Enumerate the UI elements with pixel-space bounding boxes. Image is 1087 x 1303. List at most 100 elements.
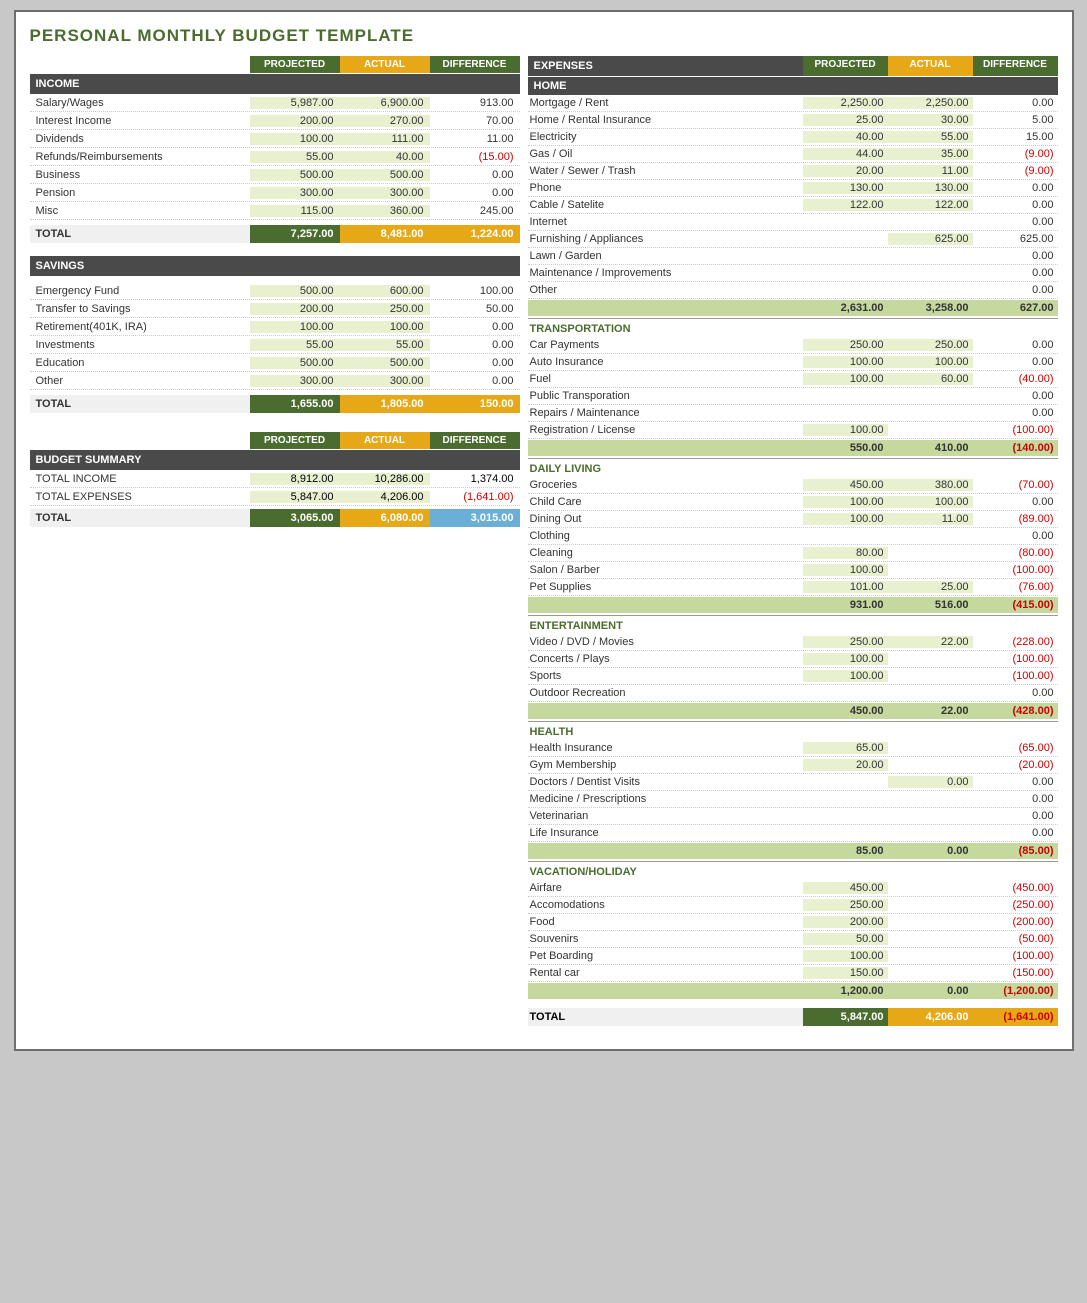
row-label: Cleaning <box>528 547 803 559</box>
entertainment-section-header: ENTERTAINMENT <box>528 615 1058 634</box>
row-projected: 5,987.00 <box>250 97 340 109</box>
transportation-subtotal-actual: 410.00 <box>888 442 973 454</box>
table-row: Food200.00(200.00) <box>528 914 1058 931</box>
summary-total-projected: 3,065.00 <box>250 509 340 527</box>
summary-section: PROJECTED ACTUAL DIFFERENCE BUDGET SUMMA… <box>30 432 520 530</box>
row-label: Dividends <box>30 133 250 145</box>
row-label: Souvenirs <box>528 933 803 945</box>
row-difference: 5.00 <box>973 114 1058 126</box>
row-projected: 200.00 <box>250 303 340 315</box>
row-actual: 2,250.00 <box>888 97 973 109</box>
row-actual: 100.00 <box>888 496 973 508</box>
table-row: Pension300.00300.000.00 <box>30 184 520 202</box>
row-projected: 100.00 <box>250 321 340 333</box>
table-row: Cable / Satelite122.00122.000.00 <box>528 197 1058 214</box>
row-label: Pet Boarding <box>528 950 803 962</box>
row-actual: 300.00 <box>340 187 430 199</box>
vacation-subtotal-difference: (1,200.00) <box>973 985 1058 997</box>
vacation-rows: Airfare450.00(450.00)Accomodations250.00… <box>528 880 1058 982</box>
row-difference: (89.00) <box>973 513 1058 525</box>
row-difference: 625.00 <box>973 233 1058 245</box>
row-label: Gas / Oil <box>528 148 803 160</box>
row-label: Interest Income <box>30 115 250 127</box>
table-row: Accomodations250.00(250.00) <box>528 897 1058 914</box>
row-actual: 25.00 <box>888 581 973 593</box>
entertainment-subtotal-projected: 450.00 <box>803 705 888 717</box>
health-section: HEALTH Health Insurance65.00(65.00)Gym M… <box>528 721 1058 859</box>
table-row: Sports100.00(100.00) <box>528 668 1058 685</box>
row-difference: (100.00) <box>973 424 1058 436</box>
row-label: Medicine / Prescriptions <box>528 793 803 805</box>
table-row: Pet Supplies101.0025.00(76.00) <box>528 579 1058 596</box>
row-actual: 10,286.00 <box>340 473 430 485</box>
row-difference: 0.00 <box>430 375 520 387</box>
right-column: EXPENSES PROJECTED ACTUAL DIFFERENCE HOM… <box>528 56 1058 1029</box>
income-rows: Salary/Wages5,987.006,900.00913.00Intere… <box>30 94 520 220</box>
grand-total-row: TOTAL 5,847.00 4,206.00 (1,641.00) <box>528 1005 1058 1029</box>
row-difference: 0.00 <box>973 97 1058 109</box>
row-label: Pet Supplies <box>528 581 803 593</box>
savings-section-header: SAVINGS <box>30 256 520 276</box>
table-row: Groceries450.00380.00(70.00) <box>528 477 1058 494</box>
row-label: Sports <box>528 670 803 682</box>
row-difference: 15.00 <box>973 131 1058 143</box>
row-label: Fuel <box>528 373 803 385</box>
row-actual: 40.00 <box>340 151 430 163</box>
savings-total-projected: 1,655.00 <box>250 395 340 413</box>
table-row: Maintenance / Improvements0.00 <box>528 265 1058 282</box>
daily-living-subtotal-row: 931.00 516.00 (415.00) <box>528 597 1058 613</box>
row-projected: 5,847.00 <box>250 491 340 503</box>
table-row: Gas / Oil44.0035.00(9.00) <box>528 146 1058 163</box>
table-row: Gym Membership20.00(20.00) <box>528 757 1058 774</box>
row-difference: 0.00 <box>973 284 1058 296</box>
row-projected: 100.00 <box>803 356 888 368</box>
home-subtotal-projected: 2,631.00 <box>803 302 888 314</box>
row-label: Salon / Barber <box>528 564 803 576</box>
row-difference: (100.00) <box>973 670 1058 682</box>
row-label: Transfer to Savings <box>30 303 250 315</box>
row-difference: 0.00 <box>430 357 520 369</box>
row-projected: 80.00 <box>803 547 888 559</box>
row-projected: 115.00 <box>250 205 340 217</box>
row-difference: 0.00 <box>973 530 1058 542</box>
entertainment-subtotal-row: 450.00 22.00 (428.00) <box>528 703 1058 719</box>
row-label: Misc <box>30 205 250 217</box>
row-projected: 500.00 <box>250 357 340 369</box>
row-projected: 100.00 <box>803 653 888 665</box>
table-row: TOTAL INCOME8,912.0010,286.001,374.00 <box>30 470 520 488</box>
summary-total-row: TOTAL 3,065.00 6,080.00 3,015.00 <box>30 506 520 530</box>
row-label: TOTAL INCOME <box>30 473 250 485</box>
row-label: Clothing <box>528 530 803 542</box>
row-difference: 50.00 <box>430 303 520 315</box>
row-label: Accomodations <box>528 899 803 911</box>
daily-living-subtotal-actual: 516.00 <box>888 599 973 611</box>
health-subtotal-spacer <box>528 845 803 857</box>
savings-total-actual: 1,805.00 <box>340 395 430 413</box>
row-label: TOTAL EXPENSES <box>30 491 250 503</box>
home-subtotal-difference: 627.00 <box>973 302 1058 314</box>
table-row: Child Care100.00100.000.00 <box>528 494 1058 511</box>
row-projected: 50.00 <box>803 933 888 945</box>
table-row: Other0.00 <box>528 282 1058 299</box>
row-difference: (70.00) <box>973 479 1058 491</box>
row-projected: 150.00 <box>803 967 888 979</box>
health-subtotal-difference: (85.00) <box>973 845 1058 857</box>
expenses-col-actual: ACTUAL <box>888 56 973 76</box>
row-actual: 625.00 <box>888 233 973 245</box>
row-label: Life Insurance <box>528 827 803 839</box>
summary-col-projected: PROJECTED <box>250 432 340 449</box>
table-row: Misc115.00360.00245.00 <box>30 202 520 220</box>
home-section: HOME Mortgage / Rent2,250.002,250.000.00… <box>528 77 1058 316</box>
table-row: Mortgage / Rent2,250.002,250.000.00 <box>528 95 1058 112</box>
left-column: PROJECTED ACTUAL DIFFERENCE INCOME Salar… <box>30 56 520 1029</box>
row-actual: 500.00 <box>340 169 430 181</box>
income-total-label: TOTAL <box>30 225 250 243</box>
row-label: Salary/Wages <box>30 97 250 109</box>
home-rows: Mortgage / Rent2,250.002,250.000.00Home … <box>528 95 1058 299</box>
row-difference: 0.00 <box>973 827 1058 839</box>
row-difference: (100.00) <box>973 564 1058 576</box>
row-projected: 25.00 <box>803 114 888 126</box>
row-difference: 0.00 <box>430 187 520 199</box>
row-projected: 200.00 <box>250 115 340 127</box>
entertainment-section: ENTERTAINMENT Video / DVD / Movies250.00… <box>528 615 1058 719</box>
